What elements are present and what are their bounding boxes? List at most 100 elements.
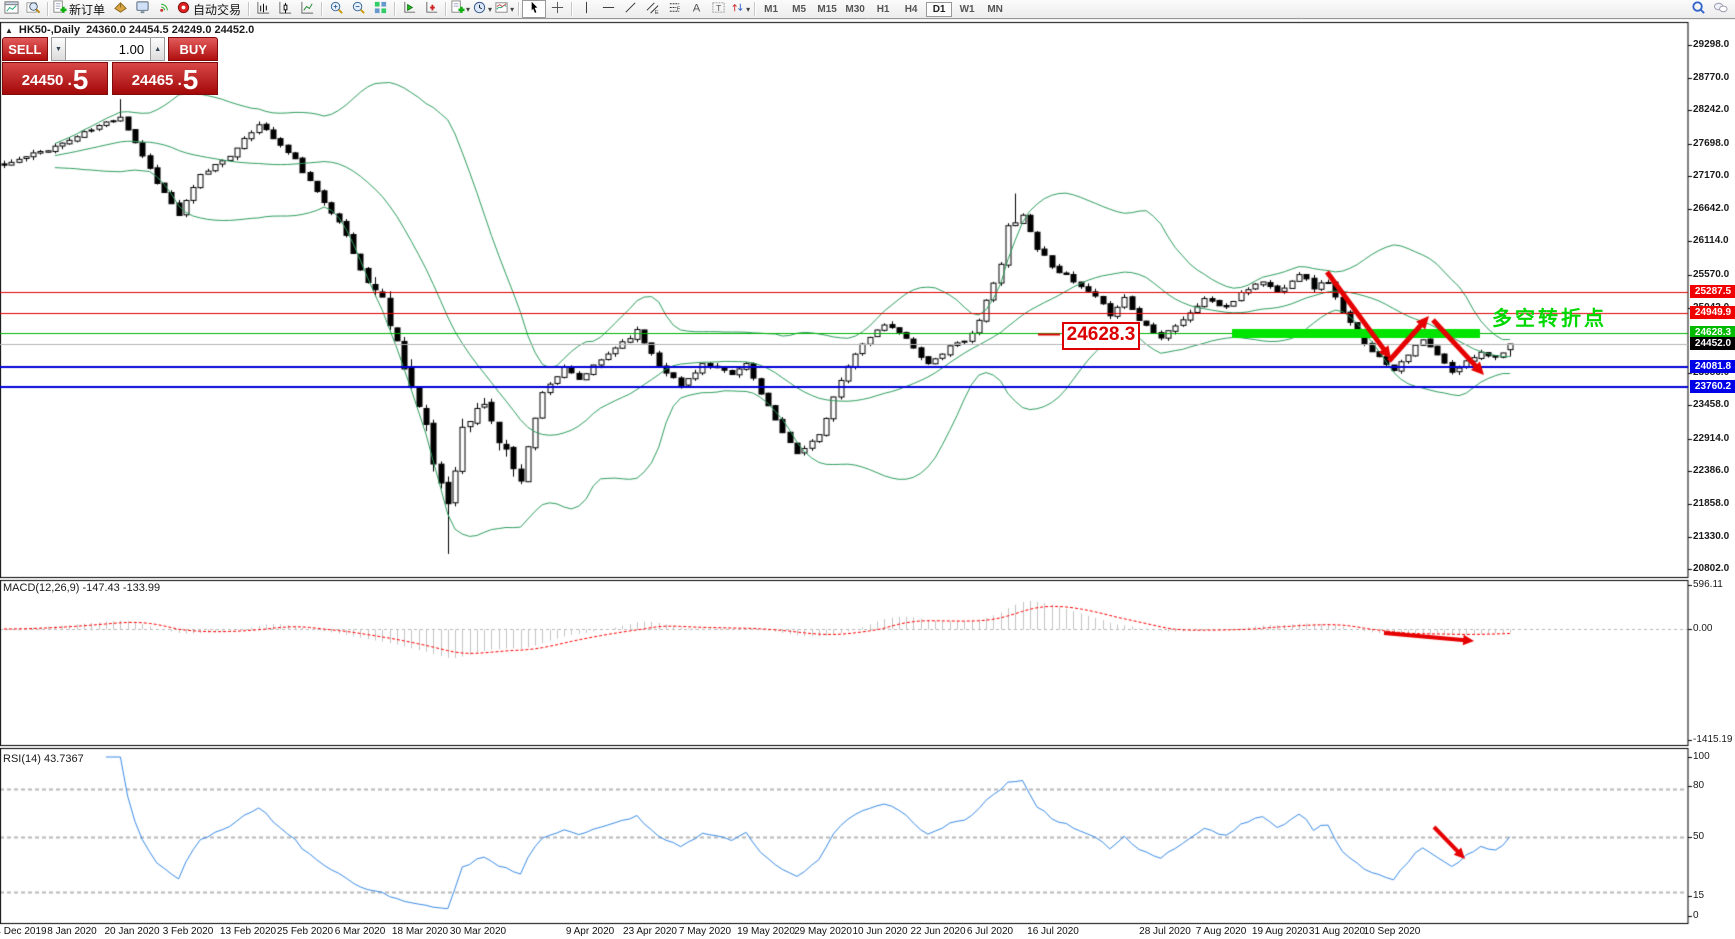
- date-axis-label: 9 Apr 2020: [566, 926, 614, 937]
- new-order-button[interactable]: 新订单: [51, 1, 109, 17]
- date-axis-label: 10 Jun 2020: [852, 926, 907, 937]
- macd-axis-tick: 0.00: [1693, 624, 1712, 634]
- chart-shift-button[interactable]: [420, 1, 442, 17]
- templates-button[interactable]: ▾: [493, 1, 515, 17]
- price-axis-tick: 28242.0: [1693, 105, 1729, 115]
- signals-icon: [157, 0, 172, 18]
- buy-price-display[interactable]: 24465 .5: [112, 62, 218, 95]
- chevron-down-icon: ▾: [746, 5, 750, 14]
- macd-indicator-label: MACD(12,26,9) -147.43 -133.99: [3, 582, 160, 594]
- price-chart-canvas[interactable]: [0, 18, 1735, 939]
- date-axis-label: 29 May 2020: [794, 926, 852, 937]
- templates-icon: [494, 0, 509, 18]
- horizontal-line-tool-button[interactable]: [597, 1, 619, 17]
- price-axis-tick: 22914.0: [1693, 434, 1729, 444]
- price-level-label-box[interactable]: 24628.3: [1062, 322, 1140, 350]
- auto-scroll-button[interactable]: [398, 1, 420, 17]
- crosshair-tool-button[interactable]: [546, 1, 568, 17]
- cursor-icon: [527, 0, 542, 18]
- indicators-button[interactable]: ▾: [449, 1, 471, 17]
- signals-button[interactable]: [153, 1, 175, 17]
- trendline-tool-button[interactable]: [619, 1, 641, 17]
- svg-text:T: T: [716, 3, 721, 13]
- timeframe-button-W1[interactable]: W1: [954, 2, 980, 17]
- search-button[interactable]: [1687, 1, 1709, 17]
- date-axis-label: 19 May 2020: [737, 926, 795, 937]
- date-axis-label: 22 Jun 2020: [910, 926, 965, 937]
- bar-chart-icon: [256, 0, 271, 18]
- zoom-out-button[interactable]: [347, 1, 369, 17]
- search-icon: [1691, 0, 1706, 18]
- date-axis-label: 7 May 2020: [679, 926, 731, 937]
- styles-button[interactable]: [109, 1, 131, 17]
- tile-windows-button[interactable]: [369, 1, 391, 17]
- toolbar-separator: [571, 2, 572, 16]
- timeframe-button-M5[interactable]: M5: [786, 2, 812, 17]
- sell-price-display[interactable]: 24450 .5: [2, 62, 108, 95]
- date-axis-label: 25 Feb 2020: [277, 926, 333, 937]
- autotrading-icon: [176, 0, 191, 18]
- arrows-tool-button[interactable]: ▾: [729, 1, 751, 17]
- price-axis-tick: 27698.0: [1693, 139, 1729, 149]
- chart-symbol-period: HK50-,Daily: [19, 24, 80, 36]
- channel-tool-button[interactable]: E: [641, 1, 663, 17]
- label-tool-button[interactable]: T: [707, 1, 729, 17]
- fibonacci-icon: F: [667, 0, 682, 18]
- turning-point-annotation[interactable]: 多空转折点: [1492, 302, 1607, 331]
- label-icon: T: [711, 0, 726, 18]
- chevron-down-icon: ▾: [488, 5, 492, 14]
- volume-input[interactable]: [66, 37, 150, 61]
- arrows-icon: [730, 0, 745, 18]
- price-tag-24949.9: 24949.9: [1690, 306, 1735, 319]
- new-chart-button[interactable]: [0, 1, 22, 17]
- bar-chart-button[interactable]: [252, 1, 274, 17]
- auto-scroll-icon: [402, 0, 417, 18]
- volume-decrease-button[interactable]: ▼: [51, 37, 66, 61]
- line-chart-button[interactable]: [296, 1, 318, 17]
- main-toolbar: 新订单 自动交易 ▾ ▾ ▾ E F A T ▾ M1M5M15M30H1H4D…: [0, 0, 1735, 19]
- trendline-icon: [623, 0, 638, 18]
- zoom-in-button[interactable]: [325, 1, 347, 17]
- timeframe-button-M30[interactable]: M30: [842, 2, 868, 17]
- timeframe-button-D1[interactable]: D1: [926, 2, 952, 17]
- date-axis-label: 6 Jul 2020: [967, 926, 1013, 937]
- vertical-line-tool-button[interactable]: [575, 1, 597, 17]
- price-axis-tick: 26642.0: [1693, 204, 1729, 214]
- buy-button[interactable]: BUY: [168, 37, 218, 61]
- horizontal-line-icon: [601, 0, 616, 18]
- date-axis-label: 30 Mar 2020: [450, 926, 506, 937]
- market-watch-button[interactable]: [22, 1, 44, 17]
- rsi-indicator-label: RSI(14) 43.7367: [3, 753, 84, 765]
- chart-ohlc-values: 24360.0 24454.5 24249.0 24452.0: [86, 24, 254, 36]
- date-axis-label: 20 Jan 2020: [104, 926, 159, 937]
- sell-button[interactable]: SELL: [2, 37, 48, 61]
- timeframe-button-M15[interactable]: M15: [814, 2, 840, 17]
- cursor-tool-button[interactable]: [522, 0, 546, 18]
- one-click-panel-collapse-icon[interactable]: ▲: [5, 26, 13, 35]
- chat-button[interactable]: [1709, 1, 1731, 17]
- timeframe-button-H1[interactable]: H1: [870, 2, 896, 17]
- date-axis-label: 18 Mar 2020: [392, 926, 448, 937]
- timeframe-toolbar: M1M5M15M30H1H4D1W1MN: [758, 2, 1008, 17]
- text-tool-button[interactable]: A: [685, 1, 707, 17]
- fibonacci-tool-button[interactable]: F: [663, 1, 685, 17]
- volume-increase-button[interactable]: ▲: [150, 37, 165, 61]
- timeframe-button-H4[interactable]: H4: [898, 2, 924, 17]
- chevron-down-icon: ▾: [510, 5, 514, 14]
- rsi-axis-tick: 100: [1693, 752, 1710, 762]
- clock-icon: [472, 0, 487, 18]
- timeframe-button-M1[interactable]: M1: [758, 2, 784, 17]
- date-axis-label: 31 Aug 2020: [1309, 926, 1365, 937]
- terminal-button[interactable]: [131, 1, 153, 17]
- zoom-in-icon: [329, 0, 344, 18]
- candlestick-chart-button[interactable]: [274, 1, 296, 17]
- paint-bucket-icon: [113, 0, 128, 18]
- date-axis-label: 10 Sep 2020: [1364, 926, 1421, 937]
- date-axis-label: 7 Aug 2020: [1196, 926, 1247, 937]
- timeframe-button-MN[interactable]: MN: [982, 2, 1008, 17]
- price-axis-tick: 21858.0: [1693, 499, 1729, 509]
- periods-button[interactable]: ▾: [471, 1, 493, 17]
- autotrading-button[interactable]: 自动交易: [175, 1, 245, 17]
- indicators-icon: [450, 0, 465, 18]
- price-axis-tick: 23458.0: [1693, 400, 1729, 410]
